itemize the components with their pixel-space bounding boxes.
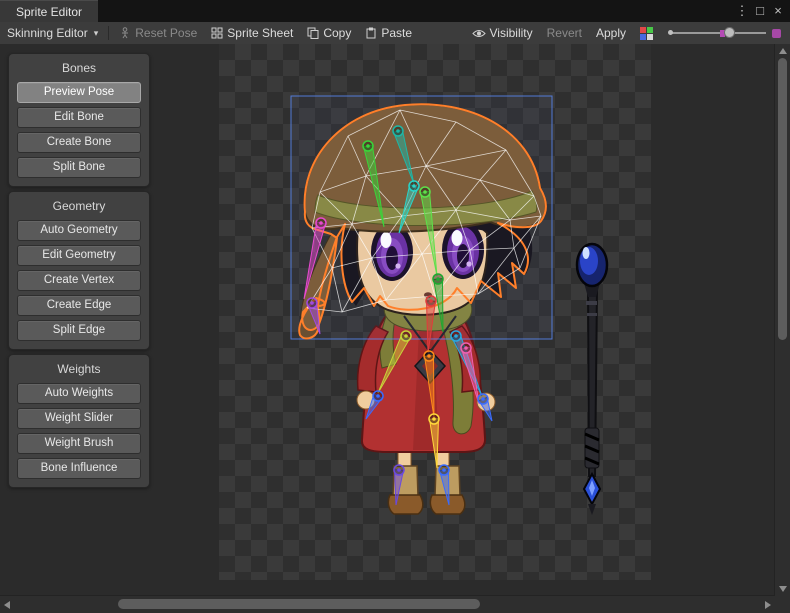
horizontal-scrollbar[interactable] [0,595,775,613]
bone-influence-button[interactable]: Bone Influence [17,458,141,479]
scrollbar-corner [775,596,790,613]
bones-panel-title: Bones [17,61,141,75]
auto-weights-button[interactable]: Auto Weights [17,383,141,404]
sprite-editor-window: Sprite Editor ⋮ □ × Skinning Editor ▾ Re… [0,0,790,613]
window-menu-icon[interactable]: ⋮ [734,0,750,22]
sprite-color-swatch-button[interactable] [633,22,660,44]
paste-icon [365,27,377,39]
mode-dropdown[interactable]: Skinning Editor ▾ [0,22,105,44]
toolbar-right-group: Visibility Revert Apply [465,22,790,44]
copy-button[interactable]: Copy [300,22,358,44]
weights-panel: Weights Auto Weights Weight Slider Weigh… [8,354,150,488]
sprite-sheet-icon [211,27,223,39]
vertical-scrollbar[interactable] [774,44,790,596]
zoom-slider-track[interactable] [670,32,766,34]
apply-button[interactable]: Apply [589,22,633,44]
toolbar-separator [108,26,109,40]
preview-pose-button[interactable]: Preview Pose [17,82,141,103]
zoom-slider[interactable] [668,22,768,44]
create-vertex-button[interactable]: Create Vertex [17,270,141,291]
sprite-sheet-button[interactable]: Sprite Sheet [204,22,300,44]
tab-title: Sprite Editor [16,5,82,19]
split-bone-button[interactable]: Split Bone [17,157,141,178]
paste-button[interactable]: Paste [358,22,419,44]
auto-geometry-button[interactable]: Auto Geometry [17,220,141,241]
create-bone-button[interactable]: Create Bone [17,132,141,153]
weight-brush-button[interactable]: Weight Brush [17,433,141,454]
edit-bone-button[interactable]: Edit Bone [17,107,141,128]
zoom-slider-handle[interactable] [724,27,735,38]
visibility-button[interactable]: Visibility [465,22,540,44]
reset-pose-icon [119,27,131,39]
geometry-panel: Geometry Auto Geometry Edit Geometry Cre… [8,191,150,350]
horizontal-scrollbar-thumb[interactable] [118,599,480,609]
split-edge-button[interactable]: Split Edge [17,320,141,341]
zoom-slider-min-dot [668,30,673,35]
window-close-icon[interactable]: × [770,0,786,22]
weights-panel-title: Weights [17,362,141,376]
weight-slider-button[interactable]: Weight Slider [17,408,141,429]
scroll-down-arrow[interactable] [779,586,787,592]
staff-sprite[interactable] [577,244,607,515]
scroll-left-arrow[interactable] [4,601,10,609]
toolbar: Skinning Editor ▾ Reset Pose Sprite Shee… [0,22,790,45]
bones-panel: Bones Preview Pose Edit Bone Create Bone… [8,53,150,187]
window-titlebar: Sprite Editor ⋮ □ × [0,0,790,22]
chevron-down-icon: ▾ [94,28,99,39]
zoom-max-marker [772,29,781,38]
window-maximize-icon[interactable]: □ [752,0,768,22]
geometry-panel-title: Geometry [17,199,141,213]
eye-icon [472,28,486,39]
mode-dropdown-label: Skinning Editor [7,26,88,40]
edit-geometry-button[interactable]: Edit Geometry [17,245,141,266]
sprite-editor-tab[interactable]: Sprite Editor [0,0,98,22]
rgb-swatch-icon [640,27,653,40]
reset-pose-button[interactable]: Reset Pose [112,22,204,44]
create-edge-button[interactable]: Create Edge [17,295,141,316]
scroll-up-arrow[interactable] [779,48,787,54]
scroll-right-arrow[interactable] [765,601,771,609]
vertical-scrollbar-thumb[interactable] [778,58,787,340]
window-controls: ⋮ □ × [734,0,790,22]
revert-button[interactable]: Revert [540,22,589,44]
copy-icon [307,27,319,39]
